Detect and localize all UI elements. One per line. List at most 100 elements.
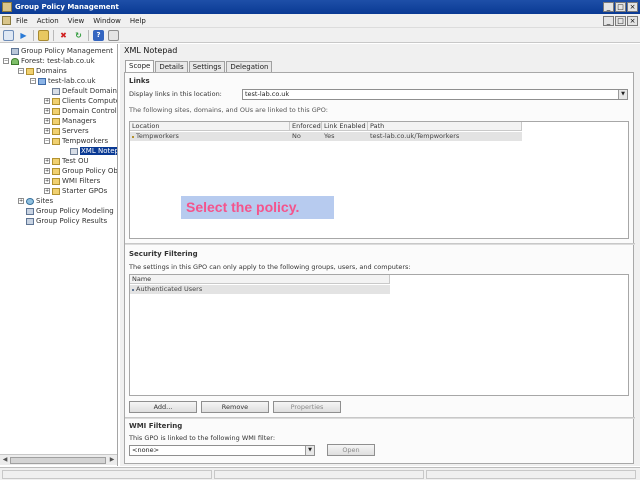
chevron-down-icon[interactable]: ▼	[618, 90, 627, 99]
menu-view[interactable]: View	[68, 17, 85, 25]
column-location[interactable]: Location	[130, 122, 290, 131]
window-title: Group Policy Management	[15, 3, 119, 11]
status-cell	[426, 470, 636, 479]
display-links-combo[interactable]: test-lab.co.uk ▼	[242, 89, 628, 100]
scroll-thumb[interactable]	[10, 457, 106, 464]
link-path: test-lab.co.uk/Tempworkers	[370, 132, 460, 140]
expand-icon[interactable]: +	[44, 128, 50, 134]
tree-node-domain[interactable]: − test-lab.co.uk	[30, 76, 96, 86]
expand-icon[interactable]: +	[44, 108, 50, 114]
refresh-icon[interactable]: ↻	[73, 30, 84, 41]
tree-node-domain-controllers[interactable]: +Domain Controllers	[44, 106, 117, 116]
folder-icon[interactable]	[38, 29, 49, 41]
expand-icon[interactable]: +	[18, 198, 24, 204]
security-grid-header: Name	[130, 275, 390, 284]
column-enforced[interactable]: Enforced	[290, 122, 322, 131]
display-links-value: test-lab.co.uk	[245, 90, 290, 98]
mdi-restore-button[interactable]: □	[615, 16, 626, 26]
maximize-button[interactable]: □	[615, 2, 626, 12]
tab-details[interactable]: Details	[155, 61, 188, 72]
open-button[interactable]: Open	[327, 444, 375, 456]
section-splitter[interactable]	[125, 243, 635, 245]
remove-button[interactable]: Remove	[201, 401, 269, 413]
column-path[interactable]: Path	[368, 122, 522, 131]
column-name[interactable]: Name	[130, 275, 390, 284]
document-icon[interactable]	[2, 16, 11, 25]
ou-icon	[132, 135, 134, 138]
tree-node-group-policy-modeling[interactable]: Group Policy Modeling	[26, 206, 114, 216]
mdi-close-button[interactable]: ×	[627, 16, 638, 26]
chevron-down-icon[interactable]: ▼	[305, 446, 314, 455]
details-pane: XML Notepad Scope Details Settings Deleg…	[120, 44, 640, 466]
menu-help[interactable]: Help	[130, 17, 146, 25]
expand-icon[interactable]: +	[44, 168, 50, 174]
tree-node-forest[interactable]: − Forest: test-lab.co.uk	[3, 56, 95, 66]
minimize-button[interactable]: _	[603, 2, 614, 12]
forward-arrow-icon[interactable]: ▶	[18, 30, 29, 41]
folder-icon	[52, 177, 60, 185]
list-view-icon[interactable]	[3, 29, 14, 41]
security-filtering-heading: Security Filtering	[129, 250, 198, 258]
table-row[interactable]: Tempworkers No Yes test-lab.co.uk/Tempwo…	[130, 132, 522, 141]
security-filtering-note: The settings in this GPO can only apply …	[129, 263, 411, 271]
console-tree: Group Policy Management − Forest: test-la…	[0, 44, 118, 466]
status-bar	[0, 467, 640, 480]
tree-node-wmi-filters[interactable]: + WMI Filters	[44, 176, 100, 186]
links-heading: Links	[129, 77, 150, 85]
properties-button[interactable]: Properties	[273, 401, 341, 413]
menu-file[interactable]: File	[16, 17, 28, 25]
menu-action[interactable]: Action	[37, 17, 59, 25]
collapse-icon[interactable]: −	[44, 138, 50, 144]
display-links-label: Display links in this location:	[129, 90, 222, 98]
tree-node-domains[interactable]: − Domains	[18, 66, 67, 76]
wmi-filter-value: <none>	[132, 446, 160, 454]
tree-node-group-policy-results[interactable]: Group Policy Results	[26, 216, 107, 226]
link-enabled: Yes	[324, 132, 335, 140]
close-button[interactable]: ×	[627, 2, 638, 12]
tree-node-starter-gpos[interactable]: + Starter GPOs	[44, 186, 107, 196]
mdi-minimize-button[interactable]: _	[603, 16, 614, 26]
tree-node-sites[interactable]: + Sites	[18, 196, 53, 206]
menu-window[interactable]: Window	[93, 17, 121, 25]
expand-icon[interactable]: +	[44, 188, 50, 194]
tree-node-gpm[interactable]: Group Policy Management	[3, 46, 113, 56]
tree-node-default-domain-policy[interactable]: Default Domain Pol	[44, 86, 117, 96]
expand-icon[interactable]: +	[44, 178, 50, 184]
expand-icon[interactable]: +	[44, 158, 50, 164]
instruction-callout: Select the policy.	[181, 196, 334, 219]
tree-node-managers[interactable]: + Managers	[44, 116, 96, 126]
users-icon	[132, 288, 134, 291]
expand-icon[interactable]: +	[44, 118, 50, 124]
tree-node-servers[interactable]: + Servers	[44, 126, 89, 136]
links-grid: Location Enforced Link Enabled Path Temp…	[129, 121, 629, 239]
column-link-enabled[interactable]: Link Enabled	[322, 122, 368, 131]
tab-scope[interactable]: Scope	[125, 60, 155, 72]
tab-settings[interactable]: Settings	[188, 61, 226, 72]
collapse-icon[interactable]: −	[18, 68, 24, 74]
scroll-left-icon[interactable]: ◀	[1, 456, 9, 464]
section-splitter[interactable]	[125, 417, 635, 419]
wmi-filter-combo[interactable]: <none> ▼	[129, 445, 315, 456]
tree-horizontal-scrollbar[interactable]: ◀ ▶	[0, 454, 117, 465]
tree-node-group-policy-objects[interactable]: +Group Policy Objects	[44, 166, 117, 176]
add-button[interactable]: Add...	[129, 401, 197, 413]
delete-icon[interactable]: ✖	[58, 30, 69, 41]
status-cell	[214, 470, 424, 479]
title-bar: Group Policy Management _ □ ×	[0, 0, 640, 14]
links-grid-header: Location Enforced Link Enabled Path	[130, 122, 522, 131]
help-icon[interactable]: ?	[93, 29, 104, 41]
show-pane-icon[interactable]	[108, 29, 119, 41]
tree-node-tempworkers[interactable]: − Tempworkers	[44, 136, 108, 146]
scroll-right-icon[interactable]: ▶	[108, 456, 116, 464]
tree-node-xml-notepad[interactable]: XML Notepad	[62, 146, 117, 156]
tree-node-test-ou[interactable]: + Test OU	[44, 156, 89, 166]
domain-icon	[38, 77, 46, 85]
collapse-icon[interactable]: −	[3, 58, 9, 64]
collapse-icon[interactable]: −	[30, 78, 36, 84]
tab-delegation[interactable]: Delegation	[226, 61, 273, 72]
folder-icon	[52, 167, 60, 175]
tree-node-clients-computers[interactable]: +Clients Computers	[44, 96, 117, 106]
expand-icon[interactable]: +	[44, 98, 50, 104]
table-row[interactable]: Authenticated Users	[130, 285, 390, 294]
toolbar-separator	[33, 29, 34, 41]
